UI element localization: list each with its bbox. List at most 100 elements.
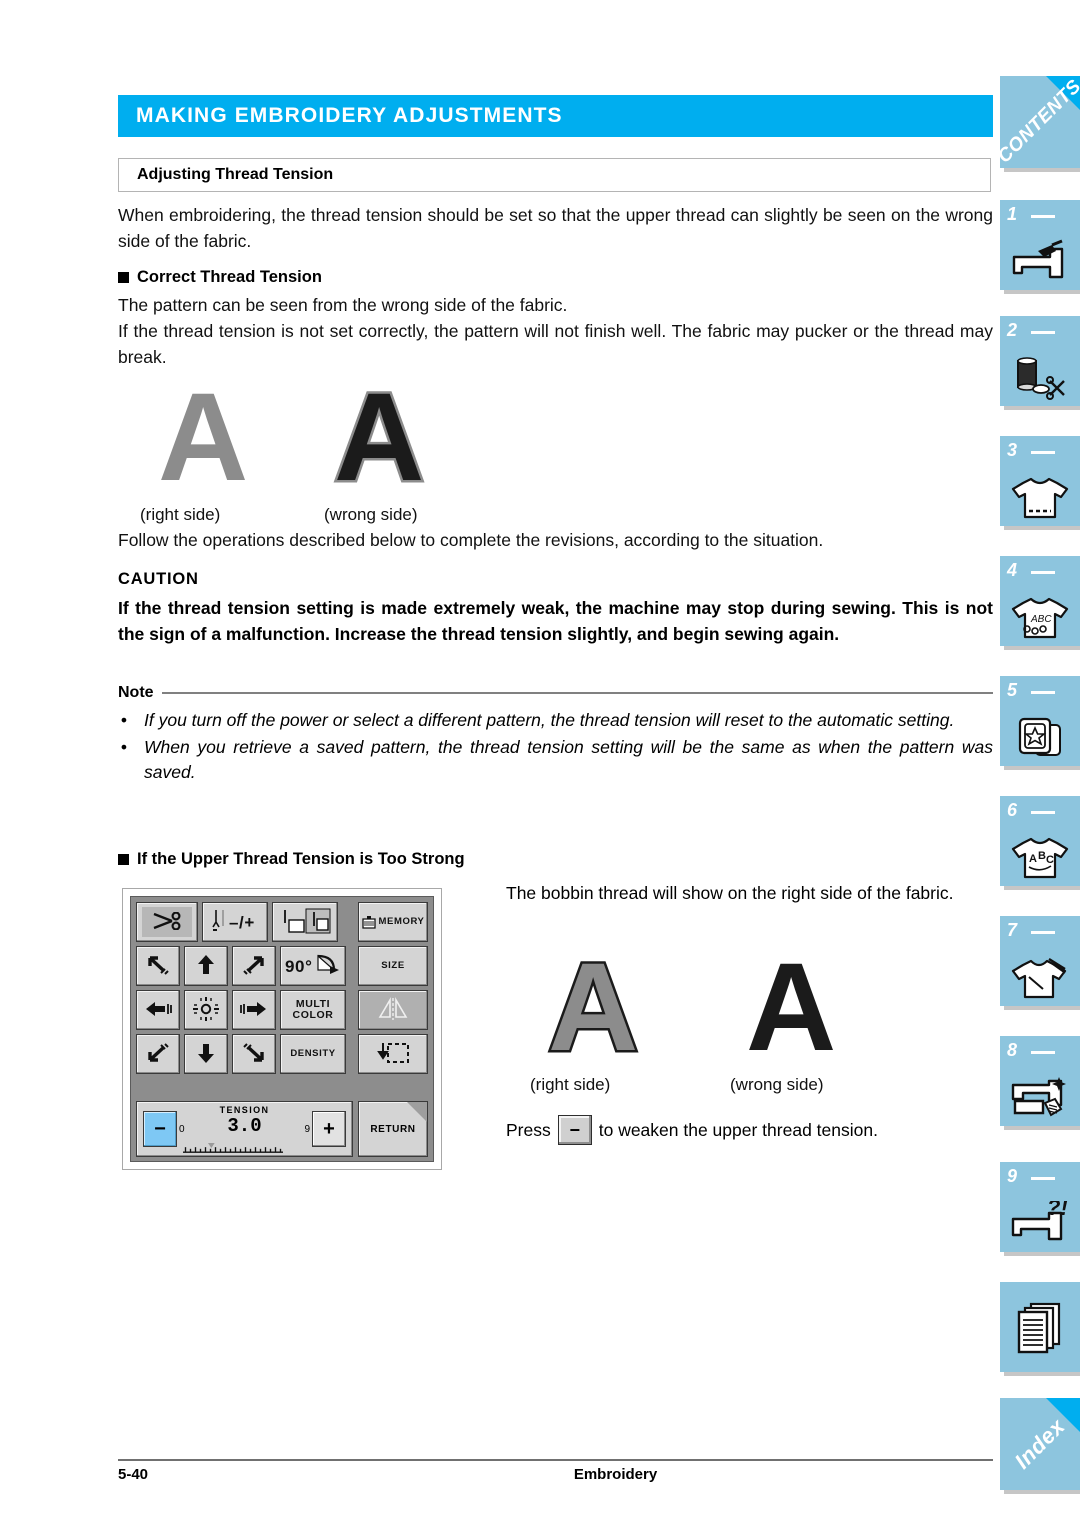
rotate-90-icon: 90°: [284, 952, 342, 981]
sidebar-tab-index[interactable]: Index: [1000, 1398, 1080, 1490]
arrow-right-icon: [240, 999, 268, 1022]
embroidery-hoop-star-icon: [1000, 715, 1080, 761]
minus-key-inline-icon[interactable]: −: [557, 1115, 592, 1145]
sidebar-tab-number: 6: [1007, 800, 1018, 820]
caption-wrong-side: (wrong side): [730, 1075, 824, 1094]
subheading-label: If the Upper Thread Tension is Too Stron…: [137, 850, 465, 868]
sidebar-tab-5[interactable]: 5: [1000, 676, 1080, 766]
tab-dash-icon: [1031, 811, 1055, 814]
tension-minus-button[interactable]: −: [143, 1111, 177, 1147]
footer-divider: [118, 1459, 993, 1461]
svg-text:ABC: ABC: [1030, 614, 1052, 625]
sidebar-tab-number: 3: [1007, 440, 1018, 460]
sidebar-tab-2[interactable]: 2: [1000, 316, 1080, 406]
footer-page-number: 5-40: [118, 1466, 149, 1483]
press-suffix: to weaken the upper thread tension.: [598, 1119, 878, 1140]
move-up-key[interactable]: [184, 946, 228, 986]
chapter-tab-strip: CONTENTS 1 2 3 4 ABC 5 6 A B C 7 8 9 ?! …: [994, 0, 1080, 1526]
tension-max-label: 9: [304, 1124, 310, 1135]
mirror-image-icon: [376, 996, 410, 1024]
move-up-left-key[interactable]: [136, 946, 180, 986]
caption-wrong-side: (wrong side): [324, 505, 418, 524]
move-up-right-key[interactable]: [232, 946, 276, 986]
lcd-key-grid: –/+ 90° MULTI COLOR DENSITY: [136, 902, 353, 1097]
memory-key-content: MEMORY: [361, 915, 425, 929]
needle-minus-plus-icon: –/+: [207, 908, 263, 937]
move-down-right-key[interactable]: [232, 1034, 276, 1074]
multi-color-key[interactable]: MULTI COLOR: [280, 990, 346, 1030]
return-key[interactable]: RETURN: [358, 1101, 428, 1157]
move-left-key[interactable]: [136, 990, 180, 1030]
tension-plus-button[interactable]: +: [312, 1111, 346, 1147]
move-down-left-key[interactable]: [136, 1034, 180, 1074]
bullet-icon: •: [120, 710, 128, 730]
sidebar-tab-number: 8: [1007, 1040, 1018, 1060]
needle-stop-position-key[interactable]: [272, 902, 338, 942]
square-bullet-icon: [118, 272, 129, 283]
lcd-screen: –/+ 90° MULTI COLOR DENSITY MEMORY SIZE …: [130, 896, 434, 1162]
shirt-letters-icon: A B C: [1000, 835, 1080, 881]
svg-text:?!: ?!: [1047, 1201, 1068, 1220]
section-title: Adjusting Thread Tension: [137, 166, 334, 183]
sidebar-tab-contents[interactable]: CONTENTS: [1000, 76, 1080, 168]
memory-key[interactable]: MEMORY: [358, 902, 428, 942]
move-right-key[interactable]: [232, 990, 276, 1030]
page-content: MAKING EMBROIDERY ADJUSTMENTS Adjusting …: [118, 0, 993, 1526]
shirt-needle-icon: [1000, 955, 1080, 1001]
svg-text:C: C: [1046, 854, 1054, 866]
tab-dash-icon: [1031, 571, 1055, 574]
svg-text:90°: 90°: [285, 957, 313, 976]
arrow-down-right-icon: [242, 1042, 266, 1067]
arrow-up-right-icon: [242, 954, 266, 979]
sidebar-tab-7[interactable]: 7: [1000, 916, 1080, 1006]
list-item: • If you turn off the power or select a …: [118, 708, 993, 733]
figure-too-strong: A A (right side) (wrong side): [518, 938, 978, 1095]
footer-section-name: Embroidery: [573, 1466, 658, 1483]
lcd-tension-row: TENSION − 0 3.0 9 + RETURN: [136, 1101, 428, 1157]
sidebar-tab-4[interactable]: 4 ABC: [1000, 556, 1080, 646]
correct-line-2: If the thread tension is not set correct…: [118, 321, 993, 367]
caption-right-side: (right side): [140, 505, 221, 524]
caption-right-side: (right side): [530, 1075, 611, 1094]
multi-color-label: MULTI COLOR: [292, 998, 334, 1022]
arrow-down-left-icon: [146, 1042, 170, 1067]
size-key[interactable]: SIZE: [358, 946, 428, 986]
multi-color-line-2: COLOR: [292, 1009, 334, 1021]
trial-key[interactable]: [358, 1034, 428, 1074]
page-footer: 5-40 Embroidery: [118, 1466, 993, 1483]
documents-icon: [1000, 1282, 1080, 1372]
size-label: SIZE: [381, 960, 405, 971]
sidebar-tab-8[interactable]: 8: [1000, 1036, 1080, 1126]
caution-text: If the thread tension setting is made ex…: [118, 598, 993, 644]
tab-dash-icon: [1031, 215, 1055, 218]
lcd-key-row-3: MULTI COLOR: [136, 990, 353, 1030]
page-title: MAKING EMBROIDERY ADJUSTMENTS: [136, 104, 563, 127]
lcd-key-row-1: –/+: [136, 902, 353, 942]
density-key[interactable]: DENSITY: [280, 1034, 346, 1074]
sidebar-tab-9[interactable]: 9 ?!: [1000, 1162, 1080, 1252]
move-down-key[interactable]: [184, 1034, 228, 1074]
sidebar-tab-3[interactable]: 3: [1000, 436, 1080, 526]
thread-cutter-key[interactable]: [136, 902, 198, 942]
letter-a-wrong-side: A: [746, 938, 837, 1077]
letter-a-wrong-side: A: [331, 368, 426, 507]
list-item: • When you retrieve a saved pattern, the…: [118, 735, 993, 785]
mirror-image-key[interactable]: [358, 990, 428, 1030]
sidebar-tab-1[interactable]: 1: [1000, 200, 1080, 290]
letter-a-right-side: A: [158, 368, 249, 507]
needle-position-key[interactable]: –/+: [202, 902, 268, 942]
sidebar-tab-6[interactable]: 6 A B C: [1000, 796, 1080, 886]
center-key[interactable]: [184, 990, 228, 1030]
memory-label: MEMORY: [378, 916, 425, 927]
sidebar-tab-number: 5: [1007, 680, 1018, 700]
square-bullet-icon: [118, 854, 129, 865]
press-prefix: Press: [506, 1119, 551, 1140]
sidebar-tab-appendix[interactable]: [1000, 1282, 1080, 1372]
rotate-90-key[interactable]: 90°: [280, 946, 346, 986]
svg-text:A: A: [1029, 853, 1037, 865]
machine-question-icon: ?!: [1000, 1201, 1080, 1247]
correct-tension-paragraph: The pattern can be seen from the wrong s…: [118, 292, 993, 370]
note-item-text: When you retrieve a saved pattern, the t…: [144, 737, 993, 782]
tab-dash-icon: [1031, 331, 1055, 334]
too-strong-description: The bobbin thread will show on the right…: [506, 883, 954, 903]
